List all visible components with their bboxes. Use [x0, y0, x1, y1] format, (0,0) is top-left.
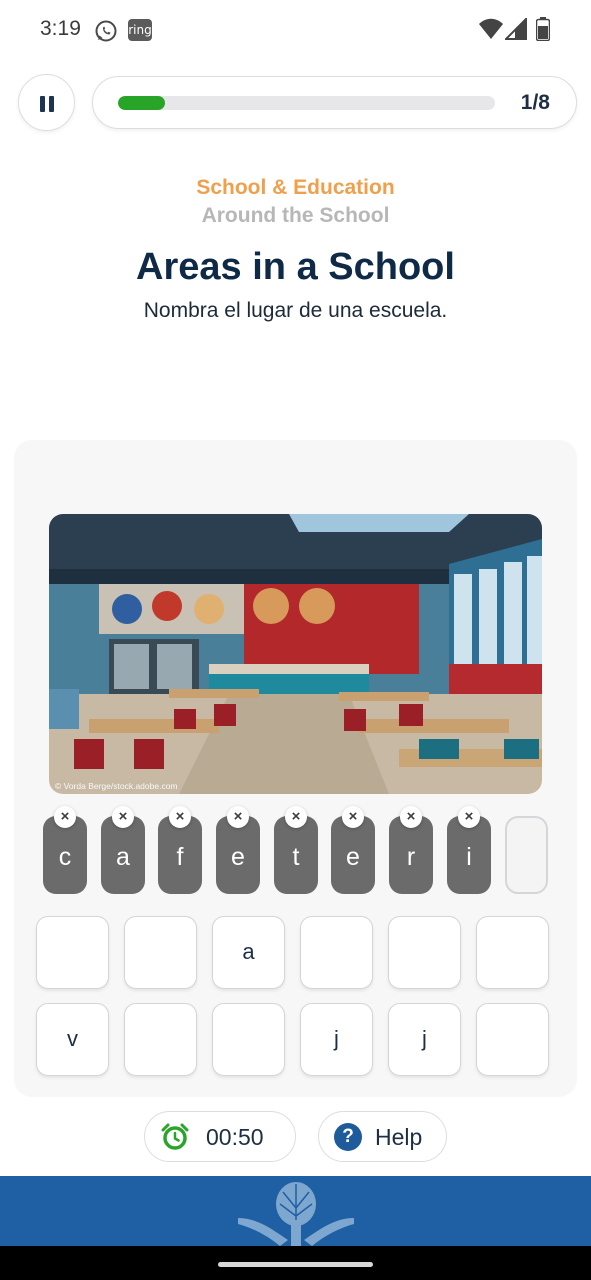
letter-key[interactable]: [124, 1003, 197, 1076]
answer-letter: r: [406, 843, 416, 871]
remove-letter-icon[interactable]: ×: [458, 806, 480, 828]
status-time: 3:19: [40, 17, 81, 40]
subcategory-label: Around the School: [201, 204, 390, 227]
answer-tile[interactable]: t ×: [274, 806, 318, 894]
letter-key[interactable]: [212, 1003, 285, 1076]
remove-letter-icon[interactable]: ×: [400, 806, 422, 828]
help-icon: ?: [334, 1123, 362, 1151]
wifi-icon: [479, 18, 503, 39]
letter-key[interactable]: j: [388, 1003, 461, 1076]
progress-track: [118, 96, 495, 110]
letter-key[interactable]: a: [212, 916, 285, 989]
category-label: School & Education: [196, 176, 395, 199]
letter-key[interactable]: [124, 916, 197, 989]
answer-letter: a: [116, 843, 130, 871]
answer-tile[interactable]: c ×: [43, 806, 87, 894]
system-nav-bar: [0, 1246, 591, 1280]
pause-button[interactable]: [18, 74, 75, 131]
remove-letter-icon[interactable]: ×: [169, 806, 191, 828]
answer-tile[interactable]: i ×: [447, 806, 491, 894]
answer-letter: c: [58, 843, 72, 871]
letter-key[interactable]: [388, 916, 461, 989]
letter-key[interactable]: [476, 1003, 549, 1076]
answer-tile[interactable]: r ×: [389, 806, 433, 894]
cell-signal-icon: [505, 18, 527, 40]
answer-tile[interactable]: e ×: [216, 806, 260, 894]
timer-value: 00:50: [206, 1124, 264, 1150]
empty-answer-slot[interactable]: [505, 816, 548, 894]
letter-key[interactable]: v: [36, 1003, 109, 1076]
brand-banner: [0, 1176, 591, 1246]
thistle-logo-icon: [238, 1182, 354, 1246]
status-bar: 3:19 ring: [0, 0, 591, 60]
instruction-text: Nombra el lugar de una escuela.: [143, 299, 448, 322]
progress-indicator: 1/8: [92, 76, 577, 129]
progress-count: 1/8: [520, 91, 550, 114]
remove-letter-icon[interactable]: ×: [54, 806, 76, 828]
pause-icon-bar: [49, 96, 54, 112]
letter-key[interactable]: [36, 916, 109, 989]
whatsapp-icon: [95, 20, 117, 42]
answer-letter: e: [346, 843, 360, 871]
photo-credit: © Vorda Berge/stock.adobe.com: [55, 781, 178, 791]
alarm-clock-icon: [161, 1123, 189, 1150]
remove-letter-icon[interactable]: ×: [112, 806, 134, 828]
remove-letter-icon[interactable]: ×: [227, 806, 249, 828]
help-button[interactable]: ? Help: [318, 1111, 447, 1162]
timer: 00:50: [144, 1111, 296, 1162]
ring-app-icon: ring: [128, 19, 152, 41]
battery-icon: [536, 17, 550, 41]
answer-tile[interactable]: a ×: [101, 806, 145, 894]
help-label: Help: [375, 1124, 423, 1150]
answer-tile[interactable]: e ×: [331, 806, 375, 894]
letter-key[interactable]: [300, 916, 373, 989]
letter-key[interactable]: [476, 916, 549, 989]
answer-letter: f: [176, 843, 184, 871]
answer-letter: t: [292, 843, 300, 871]
pause-icon: [40, 96, 45, 112]
remove-letter-icon[interactable]: ×: [285, 806, 307, 828]
remove-letter-icon[interactable]: ×: [342, 806, 364, 828]
letter-key[interactable]: j: [300, 1003, 373, 1076]
page-title: Areas in a School: [136, 246, 455, 288]
home-gesture-handle[interactable]: [218, 1262, 373, 1267]
answer-tile[interactable]: f ×: [158, 806, 202, 894]
school-cafeteria-photo: © Vorda Berge/stock.adobe.com: [49, 514, 542, 794]
answer-letter: e: [231, 843, 245, 871]
progress-fill: [118, 96, 166, 110]
answer-letter: i: [466, 843, 472, 871]
